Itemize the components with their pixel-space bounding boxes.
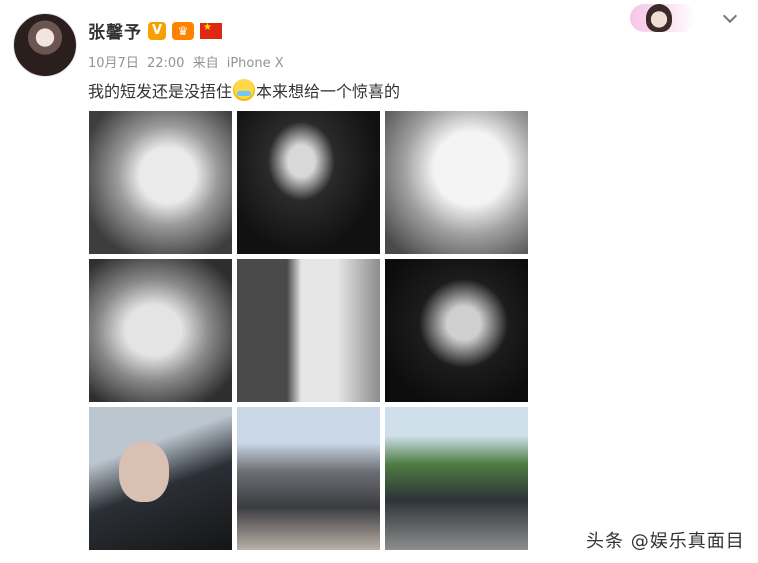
photo-4[interactable] [89, 259, 232, 402]
photo-7[interactable] [89, 407, 232, 550]
photo-2[interactable] [237, 111, 380, 254]
photo-3[interactable] [385, 111, 528, 254]
decoration-card-icon[interactable] [630, 4, 696, 32]
post-date[interactable]: 10月7日 [88, 56, 139, 71]
verified-icon: V [148, 21, 166, 40]
post-text-part2: 本来想给一个惊喜的 [256, 82, 401, 101]
watermark: 头条 @娱乐真面目 [586, 531, 745, 552]
photo-1[interactable] [89, 111, 232, 254]
crying-laugh-emoji-icon [233, 79, 256, 101]
china-flag-icon [200, 22, 222, 39]
photo-6[interactable] [385, 259, 528, 402]
post-text: 我的短发还是没捂住 本来想给一个惊喜的 [88, 78, 400, 102]
photo-9[interactable] [385, 407, 528, 550]
crown-icon[interactable]: ♛ [172, 21, 194, 40]
photo-5[interactable] [237, 259, 380, 402]
post-device[interactable]: iPhone X [227, 56, 284, 71]
photo-8[interactable] [237, 407, 380, 550]
post-text-part1: 我的短发还是没捂住 [88, 82, 233, 101]
user-header: 张馨予 V ♛ [88, 18, 222, 43]
user-name[interactable]: 张馨予 [88, 18, 142, 43]
post-meta: 10月7日 22:00 来自 iPhone X [88, 52, 288, 71]
chevron-down-icon[interactable] [720, 8, 740, 28]
post-time[interactable]: 22:00 [147, 56, 184, 71]
source-prefix: 来自 [192, 56, 219, 71]
avatar[interactable] [13, 13, 77, 77]
photo-grid [89, 111, 528, 550]
